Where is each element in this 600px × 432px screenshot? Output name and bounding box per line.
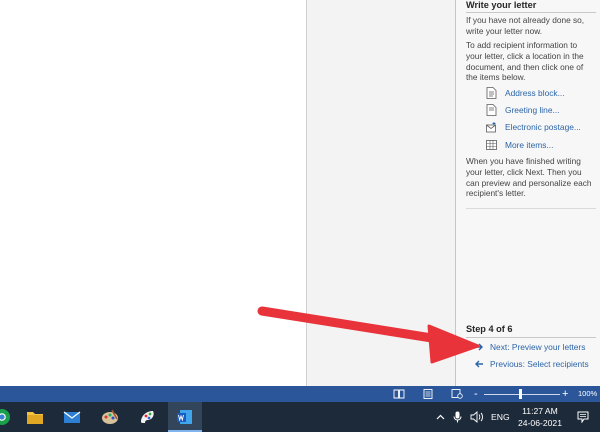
- arrow-left-icon: [475, 360, 483, 368]
- previous-step-link[interactable]: Previous: Select recipients: [474, 358, 589, 370]
- show-hidden-icons-button[interactable]: [436, 402, 445, 432]
- arrow-right-icon: [475, 343, 483, 351]
- address-block-icon: [486, 87, 497, 99]
- action-center-button[interactable]: [577, 402, 589, 432]
- volume-button[interactable]: [470, 402, 484, 432]
- greeting-line-link[interactable]: Greeting line...: [486, 104, 559, 116]
- electronic-postage-icon: [486, 122, 496, 133]
- zoom-out-button[interactable]: -: [474, 387, 478, 401]
- input-language-indicator[interactable]: ENG: [491, 402, 510, 432]
- pane-heading: Write your letter: [466, 0, 537, 10]
- clock-date: 24-06-2021: [518, 418, 562, 428]
- greeting-line-label: Greeting line...: [505, 105, 560, 115]
- paint-3d-icon[interactable]: [138, 407, 158, 427]
- clock-time: 11:27 AM: [522, 406, 558, 416]
- zoom-slider-track[interactable]: [484, 394, 560, 395]
- instruction-text-2: To add recipient information to your let…: [466, 40, 584, 83]
- zoom-slider-thumb[interactable]: [519, 389, 522, 399]
- zoom-level[interactable]: 100%: [578, 389, 597, 398]
- mail-icon[interactable]: [62, 407, 82, 427]
- address-block-link[interactable]: Address block...: [486, 87, 565, 99]
- electronic-postage-link[interactable]: Electronic postage...: [486, 121, 581, 133]
- print-layout-button[interactable]: [422, 389, 434, 399]
- more-items-label: More items...: [505, 140, 554, 150]
- more-items-icon: [486, 140, 497, 150]
- next-step-label: Next: Preview your letters: [490, 342, 586, 352]
- more-items-link[interactable]: More items...: [486, 139, 553, 151]
- web-layout-button[interactable]: [451, 389, 463, 399]
- pane-divider: [466, 12, 596, 13]
- status-bar: - + 100%: [0, 386, 600, 402]
- taskbar: [0, 402, 600, 432]
- document-page[interactable]: [0, 0, 307, 386]
- instruction-text-3: When you have finished writing your lett…: [466, 156, 592, 199]
- step-divider: [466, 337, 596, 338]
- microphone-icon: [453, 411, 462, 423]
- step-indicator: Step 4 of 6: [466, 324, 513, 334]
- notification-icon: [577, 411, 589, 423]
- system-clock[interactable]: 11:27 AM 24-06-2021: [514, 405, 566, 429]
- zoom-in-button[interactable]: +: [562, 387, 568, 401]
- greeting-line-icon: [486, 104, 497, 116]
- address-block-label: Address block...: [505, 88, 565, 98]
- next-step-link[interactable]: Next: Preview your letters: [474, 341, 585, 353]
- microphone-button[interactable]: [453, 402, 462, 432]
- document-canvas-background: [307, 0, 455, 386]
- electronic-postage-label: Electronic postage...: [505, 122, 581, 132]
- chrome-icon[interactable]: [0, 407, 12, 427]
- paint-icon[interactable]: [100, 407, 120, 427]
- pane-divider-lower: [466, 208, 596, 209]
- word-icon[interactable]: [175, 407, 195, 427]
- mail-merge-pane: Write your letter If you have not alread…: [455, 0, 600, 386]
- file-explorer-icon[interactable]: [25, 407, 45, 427]
- instruction-text-1: If you have not already done so, write y…: [466, 15, 585, 36]
- previous-step-label: Previous: Select recipients: [490, 359, 589, 369]
- read-mode-button[interactable]: [393, 389, 405, 399]
- read-mode-icon: [393, 389, 405, 399]
- print-layout-icon: [423, 389, 433, 399]
- chevron-up-icon: [436, 414, 445, 419]
- volume-icon: [470, 411, 483, 423]
- web-layout-icon: [451, 389, 463, 399]
